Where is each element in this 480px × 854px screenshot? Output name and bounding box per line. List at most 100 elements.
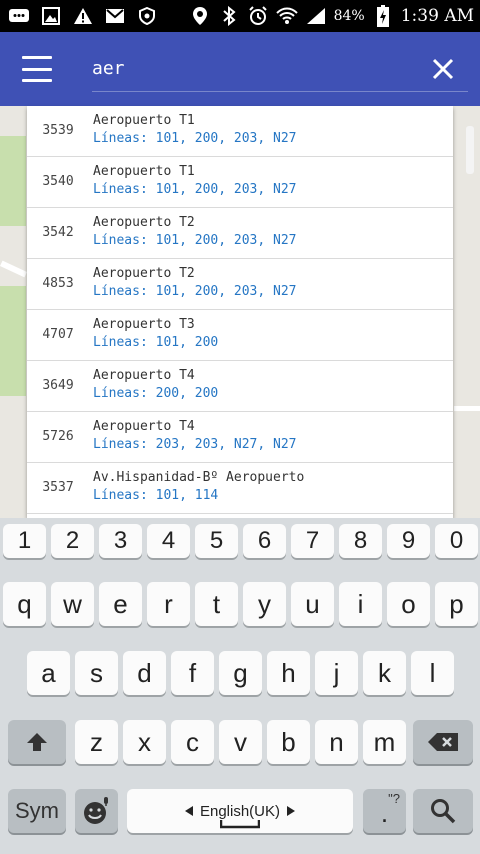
key-b[interactable]: b	[267, 720, 310, 764]
space-icon	[220, 820, 260, 829]
shift-key[interactable]	[8, 720, 66, 764]
result-row[interactable]: 4707 Aeropuerto T3 Líneas: 101, 200	[27, 310, 453, 361]
key-d[interactable]: d	[123, 651, 166, 695]
shield-icon	[136, 6, 158, 26]
key-x[interactable]: x	[123, 720, 166, 764]
key-y[interactable]: y	[243, 582, 286, 626]
key-0[interactable]: 0	[435, 524, 478, 558]
key-m[interactable]: m	[363, 720, 406, 764]
stop-lines: Líneas: 101, 200, 203, N27	[93, 233, 297, 248]
menu-button[interactable]	[22, 56, 52, 82]
key-v[interactable]: v	[219, 720, 262, 764]
key-e[interactable]: e	[99, 582, 142, 626]
period-label: .	[380, 797, 389, 828]
mic-icon	[103, 797, 108, 804]
language-label: English(UK)	[199, 802, 281, 820]
warning-icon	[72, 6, 94, 26]
alarm-icon	[247, 6, 269, 26]
space-key[interactable]: English(UK)	[127, 789, 353, 833]
key-q[interactable]: q	[3, 582, 46, 626]
stop-name: Aeropuerto T1	[93, 164, 195, 179]
key-2[interactable]: 2	[51, 524, 94, 558]
map-control[interactable]	[466, 126, 474, 174]
stop-lines: Líneas: 101, 200	[93, 335, 219, 350]
key-6[interactable]: 6	[243, 524, 286, 558]
key-s[interactable]: s	[75, 651, 118, 695]
clear-search-button[interactable]	[428, 54, 458, 84]
search-key[interactable]	[413, 789, 473, 833]
stop-id: 3539	[42, 123, 74, 138]
stop-name: Aeropuerto T4	[93, 368, 195, 383]
map-park-area	[0, 136, 26, 226]
period-hint: "?	[388, 791, 400, 806]
key-c[interactable]: c	[171, 720, 214, 764]
stop-name: Aeropuerto T4	[93, 419, 195, 434]
gmail-icon	[104, 6, 126, 26]
arrow-left-icon	[184, 806, 193, 816]
clock: 1:39 AM	[400, 6, 474, 26]
key-i[interactable]: i	[339, 582, 382, 626]
battery-percent: 84%	[333, 8, 365, 24]
stop-name: Av.Hispanidad-Bº Aeropuerto	[93, 470, 305, 485]
result-row[interactable]: 4853 Aeropuerto T2 Líneas: 101, 200, 203…	[27, 259, 453, 310]
app-bar	[0, 32, 480, 106]
battery-charging-icon	[372, 5, 394, 27]
location-icon	[189, 6, 211, 26]
image-icon	[40, 6, 62, 26]
key-r[interactable]: r	[147, 582, 190, 626]
wifi-icon	[275, 6, 298, 26]
key-a[interactable]: a	[27, 651, 70, 695]
key-p[interactable]: p	[435, 582, 478, 626]
result-row[interactable]: 3540 Aeropuerto T1 Líneas: 101, 200, 203…	[27, 157, 453, 208]
key-h[interactable]: h	[267, 651, 310, 695]
backspace-key[interactable]	[413, 720, 473, 764]
key-u[interactable]: u	[291, 582, 334, 626]
emoji-key[interactable]	[75, 789, 118, 833]
key-z[interactable]: z	[75, 720, 118, 764]
key-n[interactable]: n	[315, 720, 358, 764]
stop-lines: Líneas: 101, 200, 203, N27	[93, 182, 297, 197]
sym-key[interactable]: Sym	[8, 789, 66, 833]
stop-name: Aeropuerto T2	[93, 266, 195, 281]
key-1[interactable]: 1	[3, 524, 46, 558]
key-7[interactable]: 7	[291, 524, 334, 558]
key-4[interactable]: 4	[147, 524, 190, 558]
map-road	[0, 260, 28, 278]
soft-keyboard: 1 2 3 4 5 6 7 8 9 0 q w e r t y u i o p …	[0, 518, 480, 854]
search-icon	[431, 799, 456, 824]
map-park-area	[0, 286, 26, 396]
result-row[interactable]: 3537 Av.Hispanidad-Bº Aeropuerto Líneas:…	[27, 463, 453, 514]
key-o[interactable]: o	[387, 582, 430, 626]
stop-lines: Líneas: 200, 200	[93, 386, 219, 401]
period-key[interactable]: "? .	[363, 789, 406, 833]
result-row[interactable]: 3542 Aeropuerto T2 Líneas: 101, 200, 203…	[27, 208, 453, 259]
status-bar: 84% 1:39 AM	[0, 0, 480, 32]
stop-id: 4853	[42, 276, 74, 291]
key-9[interactable]: 9	[387, 524, 430, 558]
shift-icon	[27, 733, 47, 751]
key-5[interactable]: 5	[195, 524, 238, 558]
result-row[interactable]: 3649 Aeropuerto T4 Líneas: 200, 200	[27, 361, 453, 412]
key-t[interactable]: t	[195, 582, 238, 626]
search-underline	[92, 91, 468, 92]
key-l[interactable]: l	[411, 651, 454, 695]
key-j[interactable]: j	[315, 651, 358, 695]
result-row[interactable]: 3539 Aeropuerto T1 Líneas: 101, 200, 203…	[27, 106, 453, 157]
bluetooth-icon	[218, 6, 240, 26]
result-row[interactable]: 5726 Aeropuerto T4 Líneas: 203, 203, N27…	[27, 412, 453, 463]
stop-name: Aeropuerto T2	[93, 215, 195, 230]
key-f[interactable]: f	[171, 651, 214, 695]
stop-name: Aeropuerto T3	[93, 317, 195, 332]
close-icon	[432, 58, 454, 80]
stop-lines: Líneas: 101, 200, 203, N27	[93, 284, 297, 299]
search-input[interactable]	[92, 52, 392, 84]
key-w[interactable]: w	[51, 582, 94, 626]
key-8[interactable]: 8	[339, 524, 382, 558]
key-g[interactable]: g	[219, 651, 262, 695]
backspace-icon	[428, 733, 458, 751]
search-results-list: 3539 Aeropuerto T1 Líneas: 101, 200, 203…	[27, 106, 453, 518]
emoji-icon	[83, 797, 108, 824]
key-3[interactable]: 3	[99, 524, 142, 558]
stop-lines: Líneas: 203, 203, N27, N27	[93, 437, 297, 452]
key-k[interactable]: k	[363, 651, 406, 695]
